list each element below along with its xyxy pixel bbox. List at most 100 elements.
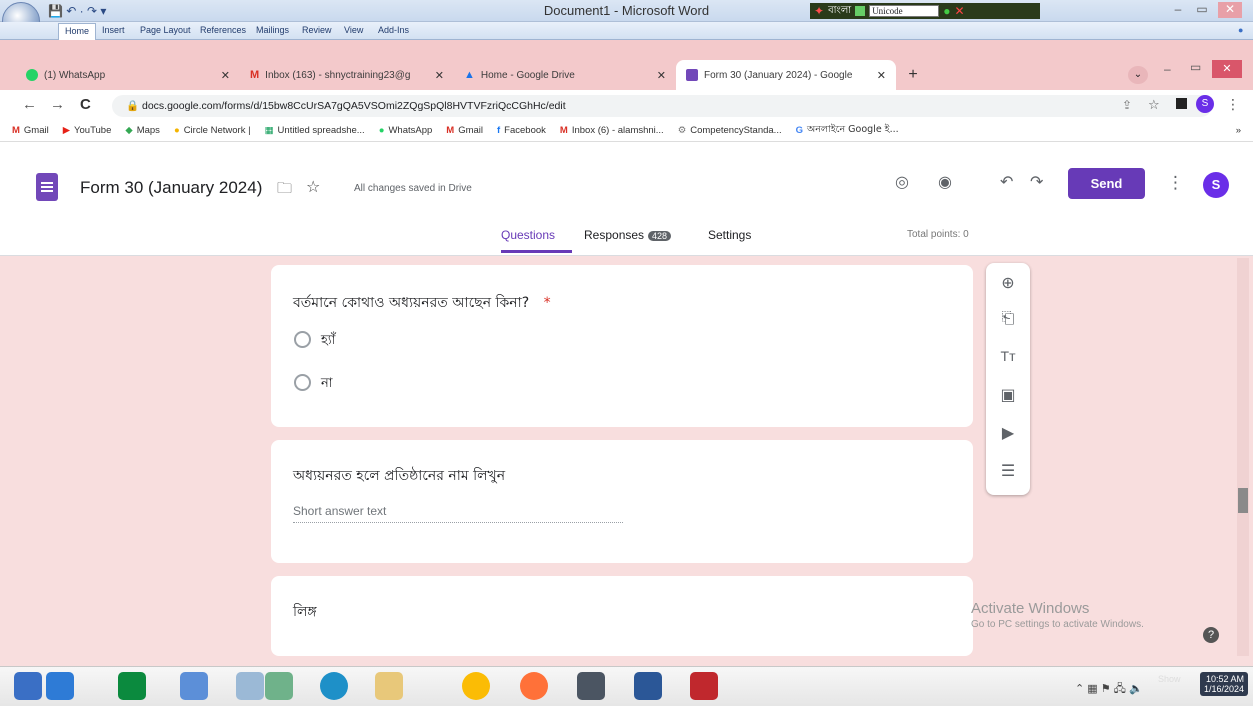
- question-card-1[interactable]: বর্তমানে কোথাও অধ্যয়নরত আছেন কিনা? * হ্…: [271, 265, 973, 427]
- system-tray-icons[interactable]: ⌃ ▦ ⚑ 🖧 🔈: [1075, 680, 1143, 699]
- chrome-icon[interactable]: [462, 672, 490, 700]
- tab-close-icon[interactable]: ✕: [657, 69, 666, 82]
- palette-icon[interactable]: ◎: [895, 172, 909, 192]
- scrollbar-thumb[interactable]: [1238, 488, 1248, 513]
- bijoy-keyboard-bar[interactable]: ✦ বাংলা Unicode ● ✕: [810, 3, 1040, 19]
- start-icon[interactable]: [14, 672, 42, 700]
- bookmark-spreadsheet[interactable]: ▦ Untitled spreadshe...: [265, 125, 365, 136]
- bookmark-inbox[interactable]: M Inbox (6) - alamshni...: [560, 125, 664, 136]
- help-icon[interactable]: ?: [1203, 627, 1219, 643]
- bookmark-google-online[interactable]: G অনলাইনে Google ই...: [796, 123, 899, 138]
- add-section-icon[interactable]: ☰: [986, 461, 1030, 481]
- ribbon-tab-view[interactable]: View: [344, 25, 363, 35]
- new-tab-icon[interactable]: +: [902, 65, 924, 85]
- radio-option-1[interactable]: [294, 331, 311, 348]
- tab-responses[interactable]: Responses 428: [584, 228, 672, 242]
- ie-icon[interactable]: [46, 672, 74, 700]
- option-label-1: হ্যাঁ: [321, 333, 336, 348]
- star-icon[interactable]: ☆: [306, 177, 320, 197]
- more-bookmarks-icon[interactable]: »: [1236, 125, 1253, 136]
- ribbon-tab-add-ins[interactable]: Add-Ins: [378, 25, 409, 35]
- add-title-icon[interactable]: Tт: [986, 348, 1030, 364]
- tab-whatsapp[interactable]: (1) WhatsApp ✕: [16, 60, 240, 90]
- store-icon[interactable]: [118, 672, 146, 700]
- tab-google-form[interactable]: Form 30 (January 2024) - Google ✕: [676, 60, 896, 90]
- add-image-icon[interactable]: ▣: [986, 385, 1030, 405]
- drive-icon: ▲: [464, 69, 475, 81]
- bookmark-gmail-2[interactable]: M Gmail: [446, 125, 483, 136]
- forward-icon[interactable]: →: [50, 96, 65, 113]
- tab-close-icon[interactable]: ✕: [435, 69, 444, 82]
- bookmark-gmail[interactable]: M Gmail: [12, 125, 49, 136]
- ribbon-tab-references[interactable]: References: [200, 25, 246, 35]
- keyboard-toggle-icon[interactable]: [855, 6, 866, 16]
- ribbon-tab-mailings[interactable]: Mailings: [256, 25, 289, 35]
- word-icon[interactable]: [634, 672, 662, 700]
- more-options-icon[interactable]: ⋮: [1167, 173, 1184, 193]
- bookmark-whatsapp[interactable]: ● WhatsApp: [379, 125, 433, 136]
- whatsapp-icon: ●: [378, 125, 385, 136]
- share-icon[interactable]: ⇪: [1122, 98, 1132, 112]
- redo-icon[interactable]: ↷: [1030, 172, 1043, 192]
- show-desktop-label[interactable]: Show: [1158, 674, 1181, 684]
- close-window-icon[interactable]: ✕: [1218, 2, 1242, 18]
- menu-icon[interactable]: ⋮: [1226, 96, 1240, 113]
- firefox-icon[interactable]: [520, 672, 548, 700]
- add-question-icon[interactable]: ⊕: [986, 273, 1030, 293]
- question-card-3[interactable]: লিঙ্গ: [271, 576, 973, 656]
- remote-icon[interactable]: [265, 672, 293, 700]
- quick-access-toolbar[interactable]: 💾 ↶ · ↷ ▾: [48, 4, 106, 18]
- back-icon[interactable]: ←: [22, 96, 37, 113]
- radio-option-2[interactable]: [294, 374, 311, 391]
- ribbon-tab-review[interactable]: Review: [302, 25, 332, 35]
- forms-logo-icon[interactable]: [36, 173, 58, 201]
- bookmark-competency[interactable]: ⚙ CompetencyStanda...: [678, 125, 782, 136]
- profile-avatar[interactable]: S: [1196, 95, 1214, 113]
- file-explorer-icon[interactable]: [375, 672, 403, 700]
- restore-icon[interactable]: ▭: [1190, 2, 1214, 18]
- reload-icon[interactable]: C: [80, 96, 91, 113]
- tab-close-icon[interactable]: ✕: [877, 69, 886, 82]
- help-icon[interactable]: ●: [1238, 25, 1243, 35]
- tab-gmail-inbox[interactable]: M Inbox (163) - shnyctraining23@g ✕: [240, 60, 454, 90]
- add-video-icon[interactable]: ▶: [986, 423, 1030, 443]
- tab-search-icon[interactable]: ⌄: [1128, 66, 1148, 84]
- url-input[interactable]: 🔒 docs.google.com/forms/d/15bw8CcUrSA7gQ…: [112, 95, 1212, 117]
- tab-close-icon[interactable]: ✕: [221, 69, 230, 82]
- ribbon-tab-insert[interactable]: Insert: [102, 25, 125, 35]
- bookmark-facebook[interactable]: f Facebook: [497, 125, 546, 136]
- import-questions-icon[interactable]: ⎗: [986, 310, 1030, 328]
- minimize-icon[interactable]: –: [1164, 62, 1171, 76]
- sidepanel-icon[interactable]: [1176, 98, 1187, 109]
- ribbon-tab-home[interactable]: Home: [58, 23, 97, 40]
- minimize-icon[interactable]: –: [1166, 2, 1190, 18]
- word-ribbon-tabs: Home Insert Page Layout References Maili…: [0, 22, 1253, 40]
- tab-settings[interactable]: Settings: [708, 228, 751, 242]
- chrome-profile-icon[interactable]: [577, 672, 605, 700]
- close-window-icon[interactable]: ✕: [1212, 60, 1242, 78]
- undo-icon[interactable]: ↶: [1000, 172, 1013, 192]
- folder-icon[interactable]: [180, 672, 208, 700]
- form-title[interactable]: Form 30 (January 2024): [80, 178, 262, 198]
- clock[interactable]: 10:52 AM 1/16/2024: [1200, 672, 1249, 696]
- restore-icon[interactable]: ▭: [1190, 60, 1201, 74]
- folder-icon[interactable]: 🗀: [277, 178, 292, 203]
- send-button[interactable]: Send: [1068, 168, 1145, 199]
- avatar[interactable]: S: [1203, 172, 1229, 198]
- tab-questions[interactable]: Questions: [501, 228, 555, 242]
- edge-icon[interactable]: [320, 672, 348, 700]
- ribbon-tab-page-layout[interactable]: Page Layout: [140, 25, 191, 35]
- font-select[interactable]: Unicode: [869, 5, 940, 17]
- close-icon[interactable]: ✕: [954, 4, 964, 18]
- bookmark-star-icon[interactable]: ☆: [1148, 97, 1160, 113]
- bookmark-maps[interactable]: ◆ Maps: [125, 125, 160, 136]
- bookmark-circle-network[interactable]: ● Circle Network |: [174, 125, 251, 136]
- scrollbar[interactable]: [1237, 258, 1249, 656]
- question-card-2[interactable]: অধ্যয়নরত হলে প্রতিষ্ঠানের নাম লিখুন Sho…: [271, 440, 973, 563]
- acrobat-icon[interactable]: [690, 672, 718, 700]
- snipping-tool-icon[interactable]: [236, 672, 264, 700]
- tab-google-drive[interactable]: ▲ Home - Google Drive ✕: [454, 60, 676, 90]
- preview-eye-icon[interactable]: ◉: [938, 172, 952, 192]
- bookmark-youtube[interactable]: ▶ YouTube: [63, 125, 112, 136]
- gmail-icon: M: [12, 125, 20, 136]
